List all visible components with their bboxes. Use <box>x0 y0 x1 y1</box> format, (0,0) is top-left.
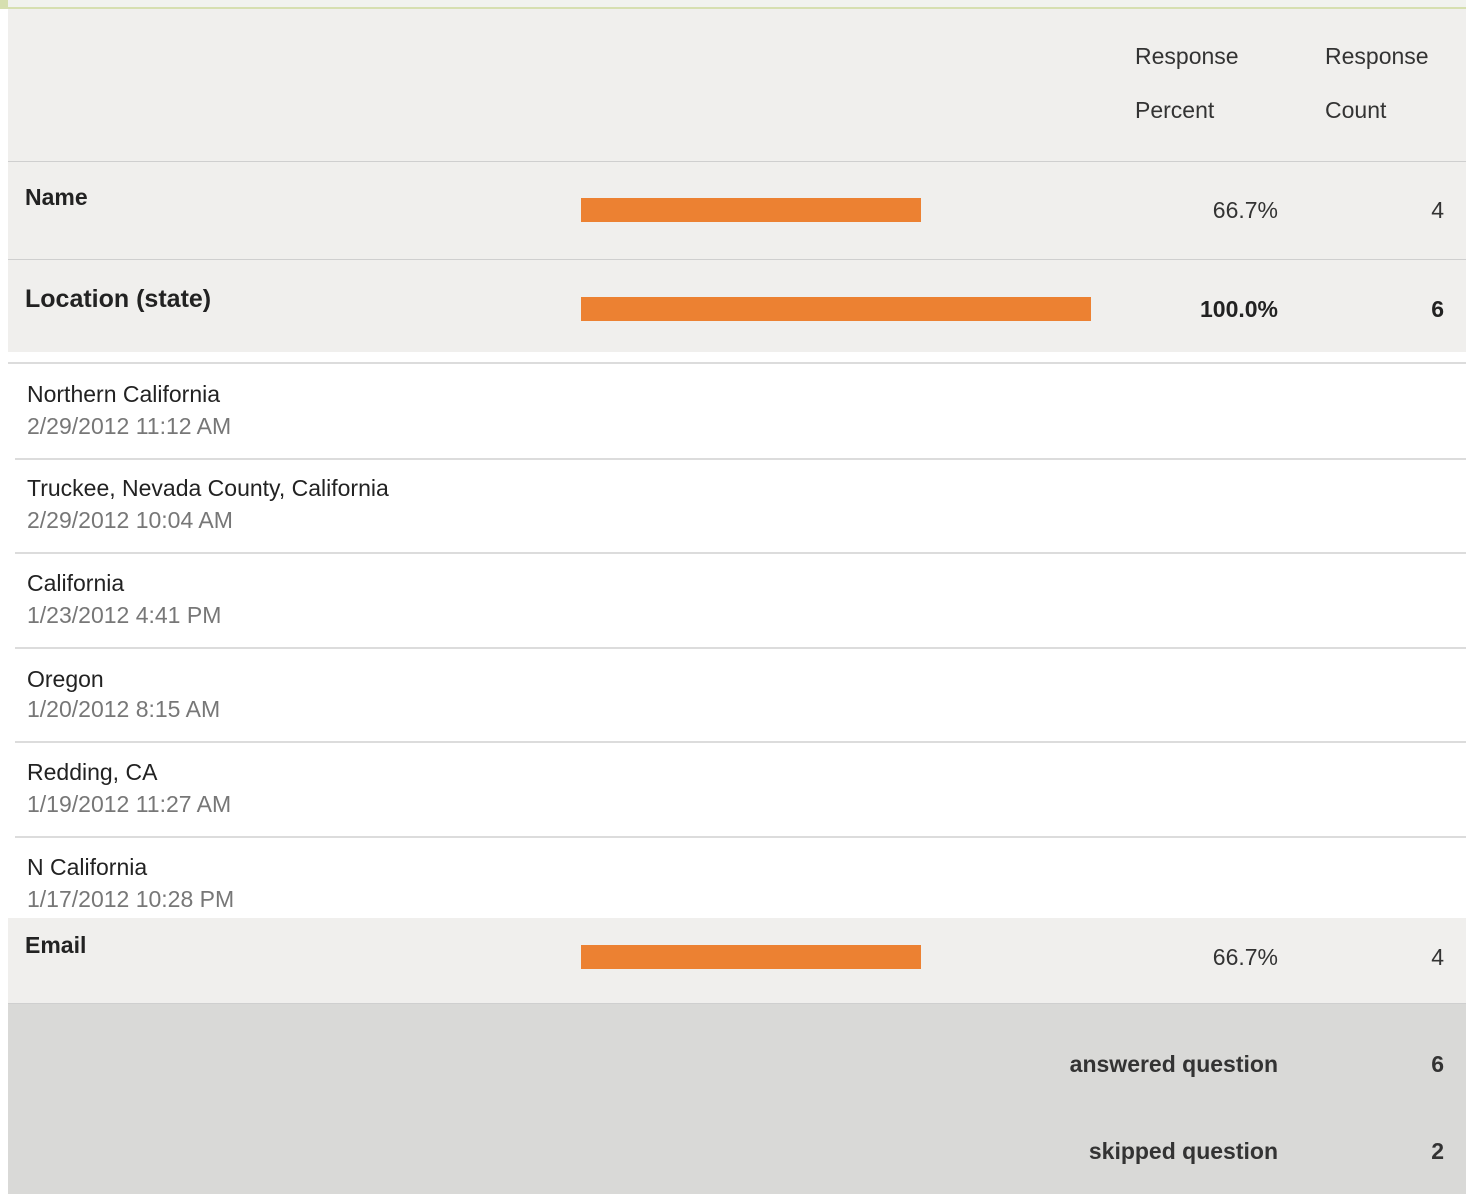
question-row-location: Location (state) 100.0% 6 <box>8 260 1466 352</box>
response-percent-header: Response Percent <box>1135 29 1239 137</box>
question-label-name: Name <box>25 184 88 210</box>
response-percent-email: 66.7% <box>1212 944 1278 970</box>
response-text: Oregon <box>27 666 104 692</box>
response-count-location: 6 <box>1431 296 1444 322</box>
response-date: 2/29/2012 11:12 AM <box>27 413 232 439</box>
response-text: Redding, CA <box>27 759 158 785</box>
response-bar-name <box>581 198 1091 222</box>
response-date: 2/29/2012 10:04 AM <box>27 507 233 533</box>
answered-question-label: answered question <box>1069 1051 1278 1077</box>
answered-question-value: 6 <box>1431 1051 1444 1077</box>
response-date: 1/20/2012 8:15 AM <box>27 696 221 722</box>
top-strip-inner <box>8 0 1466 7</box>
response-bar-email <box>581 945 1091 969</box>
response-item: California 1/23/2012 4:41 PM <box>15 554 1466 649</box>
response-percent-name: 66.7% <box>1212 197 1278 223</box>
response-bar-fill-location <box>581 297 1091 321</box>
response-item: Truckee, Nevada County, California 2/29/… <box>15 460 1466 554</box>
response-item: Northern California 2/29/2012 11:12 AM <box>15 364 1466 460</box>
response-bar-fill-email <box>581 945 921 969</box>
response-percent-location: 100.0% <box>1199 296 1278 322</box>
response-count-header-line2: Count <box>1325 97 1387 123</box>
response-date: 1/23/2012 4:41 PM <box>27 602 222 628</box>
response-text: Truckee, Nevada County, California <box>27 475 389 501</box>
question-label-email: Email <box>25 932 87 958</box>
summary-footer: answered question 6 skipped question 2 <box>8 1004 1466 1194</box>
response-count-name: 4 <box>1431 197 1444 223</box>
top-accent-strip <box>0 0 1466 9</box>
response-bar-location <box>581 297 1091 321</box>
response-count-header-line1: Response <box>1325 43 1429 69</box>
skipped-question-value: 2 <box>1431 1138 1444 1164</box>
response-item: Redding, CA 1/19/2012 11:27 AM <box>15 743 1466 838</box>
question-row-name: Name 66.7% 4 <box>8 162 1466 260</box>
response-percent-header-line1: Response <box>1135 43 1239 69</box>
skipped-question-label: skipped question <box>1088 1138 1278 1164</box>
column-header-row: Response Percent Response Count <box>8 9 1466 162</box>
response-text: N California <box>27 854 148 880</box>
question-label-location: Location (state) <box>25 285 212 313</box>
response-text: California <box>27 570 125 596</box>
response-text: Northern California <box>27 381 221 407</box>
response-bar-fill-name <box>581 198 921 222</box>
response-item: N California 1/17/2012 10:28 PM <box>15 838 1466 918</box>
response-date: 1/17/2012 10:28 PM <box>27 886 235 912</box>
response-item: Oregon 1/20/2012 8:15 AM <box>15 649 1466 743</box>
response-percent-header-line2: Percent <box>1135 97 1215 123</box>
response-count-header: Response Count <box>1325 29 1429 137</box>
question-row-email: Email 66.7% 4 <box>8 918 1466 1004</box>
response-date: 1/19/2012 11:27 AM <box>27 791 232 817</box>
response-count-email: 4 <box>1431 944 1444 970</box>
